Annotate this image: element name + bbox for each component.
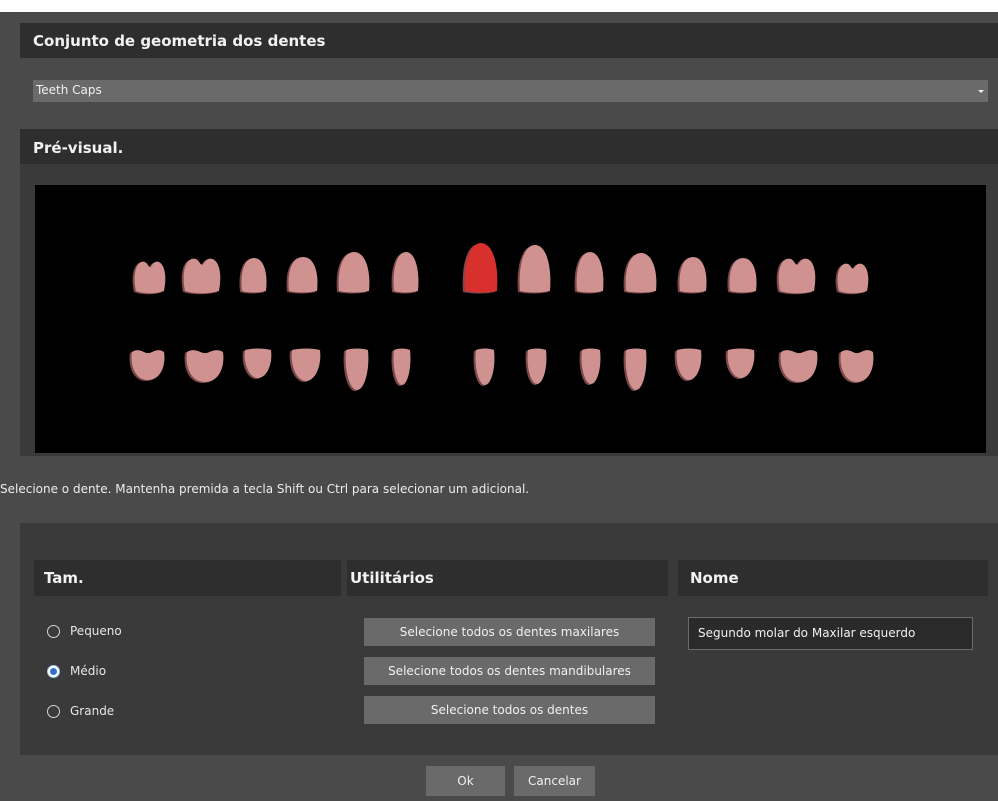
name-title: Nome xyxy=(690,569,739,587)
geometry-set-title: Conjunto de geometria dos dentes xyxy=(33,32,326,50)
cancel-button[interactable]: Cancelar xyxy=(514,766,595,796)
tooth-name-field[interactable]: Segundo molar do Maxilar esquerdo xyxy=(688,617,973,650)
radio-icon xyxy=(47,705,60,718)
select-maxillary-button[interactable]: Selecione todos os dentes maxilares xyxy=(364,618,655,646)
utilities-header: Utilitários xyxy=(347,560,668,596)
upper-tooth[interactable] xyxy=(183,258,221,294)
size-header: Tam. xyxy=(34,560,341,596)
upper-tooth[interactable] xyxy=(778,258,816,294)
select-all-teeth-button[interactable]: Selecione todos os dentes xyxy=(364,696,655,724)
preview-title: Pré-visual. xyxy=(33,139,124,157)
size-option-label: Médio xyxy=(70,664,107,678)
geometry-set-dropdown[interactable]: Teeth Caps xyxy=(33,80,988,102)
utilities-title: Utilitários xyxy=(350,569,434,587)
size-option-label: Pequeno xyxy=(70,624,122,638)
select-mandibular-button[interactable]: Selecione todos os dentes mandibulares xyxy=(364,657,655,685)
ok-button[interactable]: Ok xyxy=(426,766,505,796)
name-header: Nome xyxy=(678,560,988,596)
size-title: Tam. xyxy=(44,569,84,587)
chevron-down-icon xyxy=(978,90,984,93)
window-top-strip xyxy=(0,0,998,12)
geometry-set-selected: Teeth Caps xyxy=(36,83,102,97)
teeth-preview-canvas xyxy=(129,243,874,391)
radio-checked-icon xyxy=(47,665,60,678)
preview-header: Pré-visual. xyxy=(20,129,998,164)
instruction-text: Selecione o dente. Mantenha premida a te… xyxy=(0,482,530,496)
teeth-preview-viewport[interactable] xyxy=(35,185,986,453)
geometry-set-header: Conjunto de geometria dos dentes xyxy=(20,23,998,58)
size-option-label: Grande xyxy=(70,704,115,718)
radio-icon xyxy=(47,625,60,638)
